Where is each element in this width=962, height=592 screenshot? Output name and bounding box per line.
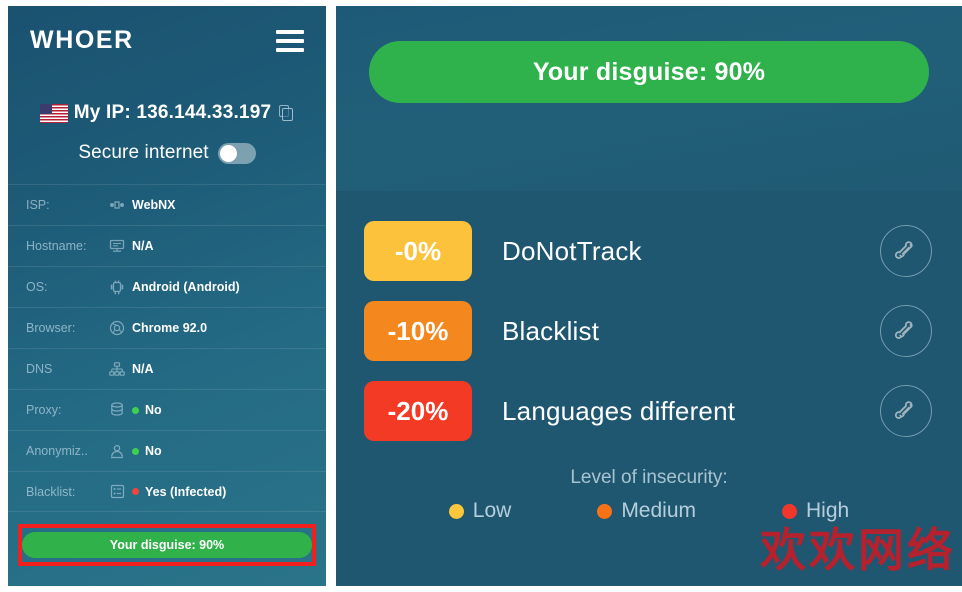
row-value: N/A [132,239,154,253]
row-label: DNS [26,362,53,376]
row-value-text: Chrome 92.0 [132,321,208,335]
table-row: Hostname: N/A [8,225,326,266]
issue-row: -0% DoNotTrack [336,211,962,291]
issue-row: -10% Blacklist [336,291,962,371]
table-row: OS: Android (Android) [8,266,326,307]
secure-internet-toggle[interactable] [217,142,256,164]
row-value: Yes (Infected) [132,485,226,499]
ip-address-label: My IP: 136.144.33.197 [73,102,272,123]
database-icon [102,401,132,419]
hamburger-bar [276,39,304,43]
issue-label: Blacklist [502,315,600,346]
legend-item-high: High [782,499,849,523]
row-value: WebNX [132,198,176,212]
copy-icon[interactable] [279,104,294,122]
legend-title: Level of insecurity: [570,467,728,488]
table-row: Blacklist: Yes (Infected) [8,471,326,512]
legend-label: High [806,499,850,522]
monitor-icon [102,237,132,255]
hamburger-bar [276,30,304,34]
highlight-annotation-box: Your disguise: 90% [18,524,316,566]
row-value-text: N/A [132,239,154,253]
dns-tree-icon [102,360,132,378]
screenshot-root: WHOER My IP: 136.144.33.197 Secure inter… [0,0,962,592]
issue-label: DoNotTrack [502,235,642,266]
status-dot [132,447,139,455]
row-value-text: WebNX [132,198,176,212]
row-label: Hostname: [26,239,87,253]
row-label: ISP: [26,198,50,212]
table-row: ISP: WebNX [8,184,326,225]
table-row: Proxy: No [8,389,326,430]
chrome-icon [102,319,132,337]
issue-percent-badge: -10% [364,301,472,361]
table-row: Anonymiz.. No [8,430,326,471]
issue-row: -20% Languages different [336,371,962,451]
legend-item-low: Low [448,499,512,523]
row-value: No [132,403,162,417]
us-flag-icon [39,103,68,123]
status-dot [132,488,139,495]
status-dot [132,406,139,414]
main-header: Your disguise: 90% [336,6,962,191]
ip-address-row: My IP: 136.144.33.197 [8,102,326,124]
row-value: N/A [132,362,154,376]
legend-label: Low [472,499,512,522]
watermark: 欢欢网络 [760,523,956,577]
issue-label: Languages different [502,395,736,426]
row-value-text: Android (Android) [132,280,240,294]
hamburger-icon[interactable] [276,30,304,52]
insecurity-legend: Level of insecurity: Low Medium High [336,467,962,523]
table-row: DNS N/A [8,348,326,389]
row-label: Proxy: [26,403,62,417]
info-table: ISP: WebNX Hostname: N/A OS: Android (An… [8,184,326,512]
sidebar-panel: WHOER My IP: 136.144.33.197 Secure inter… [8,6,326,586]
row-label: OS: [26,280,48,294]
hamburger-bar [276,48,304,52]
row-label: Blacklist: [26,484,76,499]
secure-internet-label: Secure internet [78,142,209,163]
sidebar-header: WHOER [8,6,326,78]
row-value: Chrome 92.0 [132,321,207,335]
android-icon [102,278,132,296]
sidebar-disguise-button[interactable]: Your disguise: 90% [22,532,312,558]
network-icon [102,196,132,214]
secure-internet-row: Secure internet [8,142,326,164]
legend-dot-low [448,503,464,519]
row-label: Anonymiz.. [26,444,88,458]
main-disguise-button[interactable]: Your disguise: 90% [369,41,929,103]
row-value: No [132,444,162,458]
row-label: Browser: [26,321,76,335]
wrench-icon[interactable] [880,225,932,277]
row-value-text: No [145,444,162,458]
table-row: Browser: Chrome 92.0 [8,307,326,348]
legend-items: Low Medium High [336,499,962,523]
legend-dot-medium [597,503,613,519]
toggle-knob [219,144,237,162]
issues-section: -0% DoNotTrack -10% Blacklist -20% Langu… [336,191,962,586]
user-icon [102,442,132,460]
wrench-icon[interactable] [880,305,932,357]
legend-label: Medium [621,499,697,522]
brand-logo: WHOER [30,26,134,54]
issue-percent-badge: -0% [364,221,472,281]
wrench-icon[interactable] [880,385,932,437]
row-value-text: No [145,403,162,417]
row-value: Android (Android) [132,280,240,294]
legend-dot-high [782,503,798,519]
main-panel: Your disguise: 90% -0% DoNotTrack -10% B… [336,6,962,586]
issue-percent-badge: -20% [364,381,472,441]
row-value-text: N/A [132,362,154,376]
legend-item-medium: Medium [597,499,696,523]
list-icon [102,483,132,501]
row-value-text: Yes (Infected) [145,484,227,499]
